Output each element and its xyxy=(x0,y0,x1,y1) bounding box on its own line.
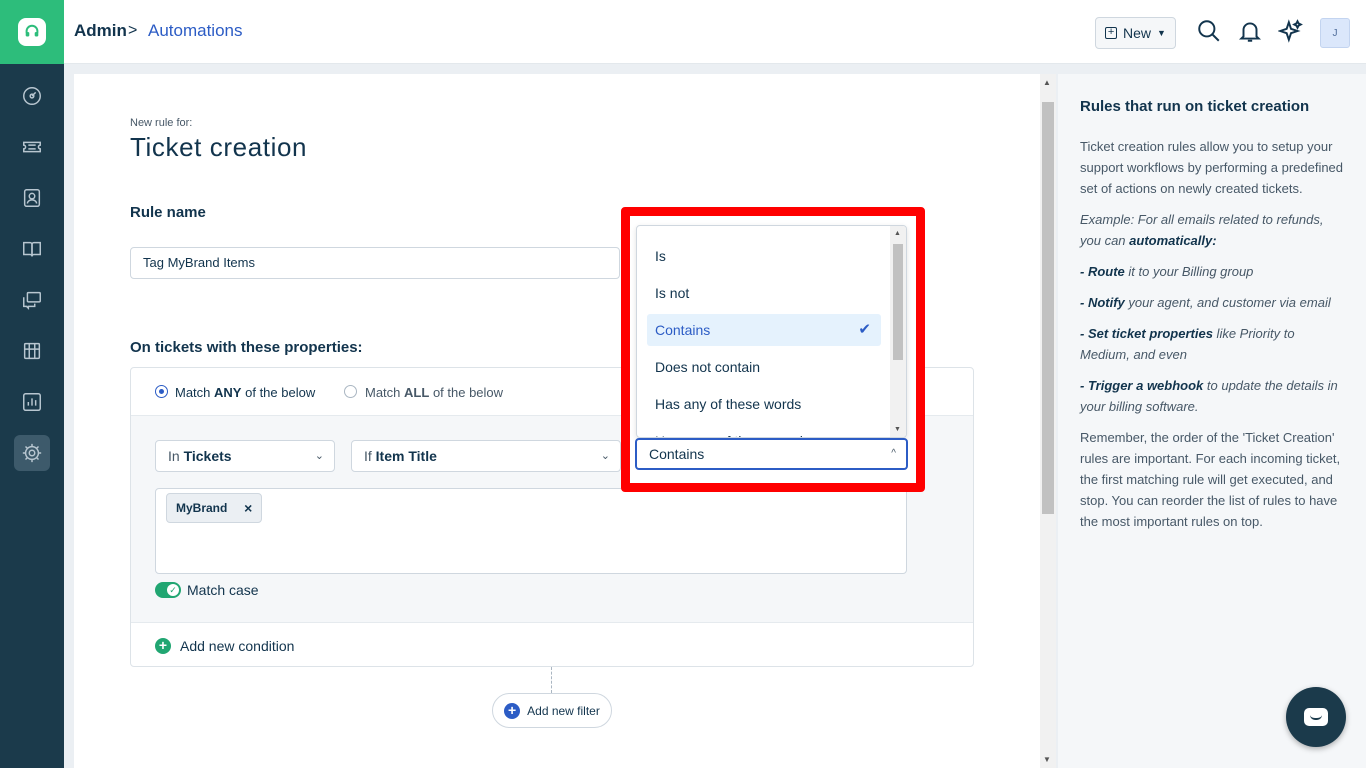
help-bullet-route: - Route it to your Billing group xyxy=(1080,264,1254,279)
new-button[interactable]: + New ▼ xyxy=(1095,17,1176,49)
breadcrumb-admin[interactable]: Admin xyxy=(74,21,127,41)
groups-icon[interactable] xyxy=(14,333,50,369)
add-filter-button[interactable]: + Add new filter xyxy=(492,693,612,728)
rule-name-input[interactable]: Tag MyBrand Items xyxy=(130,247,620,279)
chevron-down-icon: ⌄ xyxy=(600,450,610,462)
solutions-book-icon[interactable] xyxy=(14,231,50,267)
chat-bubble-icon xyxy=(1304,708,1328,726)
tag-remove-icon[interactable]: × xyxy=(244,494,252,522)
match-any-label[interactable]: Match ANY of the below xyxy=(175,385,315,400)
checkmark-icon: ✔ xyxy=(858,321,871,338)
sidebar xyxy=(0,0,64,768)
analytics-icon[interactable] xyxy=(14,384,50,420)
plus-circle-icon: + xyxy=(155,638,171,654)
chevron-down-icon: ▼ xyxy=(1157,28,1166,38)
rule-name-label: Rule name xyxy=(130,204,206,221)
scrollbar-thumb[interactable] xyxy=(1042,102,1054,514)
values-tag-input[interactable]: MyBrand × xyxy=(155,488,907,574)
match-all-label[interactable]: Match ALL of the below xyxy=(365,385,503,400)
help-bullet-notify: - Notify your agent, and customer via em… xyxy=(1080,295,1331,310)
plus-circle-icon: + xyxy=(504,702,521,719)
plus-square-icon: + xyxy=(1105,27,1118,39)
match-case-label: Match case xyxy=(187,582,259,598)
dropdown-scrollbar-thumb[interactable] xyxy=(893,244,903,360)
value-tag: MyBrand × xyxy=(166,493,263,523)
new-rule-for-label: New rule for: xyxy=(130,117,193,129)
dropdown-scrollbar[interactable]: ▲ ▼ xyxy=(890,226,906,437)
help-title: Rules that run on ticket creation xyxy=(1080,98,1310,115)
scroll-up-arrow-icon[interactable]: ▲ xyxy=(1043,78,1051,87)
help-bullet-properties: - Set ticket properties like Priority to… xyxy=(1080,326,1295,362)
scroll-up-arrow-icon[interactable]: ▲ xyxy=(894,230,901,237)
operator-select[interactable]: Contains ^ xyxy=(635,438,908,470)
breadcrumb-automations[interactable]: Automations xyxy=(148,21,243,41)
tickets-icon[interactable] xyxy=(14,129,50,165)
chevron-up-icon: ^ xyxy=(891,448,896,459)
dashboard-icon[interactable] xyxy=(14,78,50,114)
option-is-not[interactable]: Is not xyxy=(647,277,881,309)
conditions-label: On tickets with these properties: xyxy=(130,339,363,356)
option-does-not-contain[interactable]: Does not contain xyxy=(647,351,881,383)
contacts-icon[interactable] xyxy=(14,180,50,216)
page-title: Ticket creation xyxy=(130,132,308,162)
operator-dropdown-menu: Is Is not Contains ✔ Does not contain Ha… xyxy=(636,225,907,438)
help-bullet-webhook: - Trigger a webhook to update the detail… xyxy=(1080,378,1338,414)
help-example: Example: For all emails related to refun… xyxy=(1080,212,1324,248)
search-icon[interactable] xyxy=(1196,18,1224,46)
chat-widget-button[interactable] xyxy=(1286,687,1346,747)
help-intro: Ticket creation rules allow you to setup… xyxy=(1080,139,1344,196)
scroll-down-arrow-icon[interactable]: ▼ xyxy=(1043,755,1051,764)
help-panel: Rules that run on ticket creation Ticket… xyxy=(1058,74,1366,768)
option-contains[interactable]: Contains ✔ xyxy=(647,314,881,346)
connector-line xyxy=(551,667,552,693)
breadcrumb-separator: > xyxy=(128,22,138,39)
add-condition-button[interactable]: + Add new condition xyxy=(155,638,294,654)
scroll-down-arrow-icon[interactable]: ▼ xyxy=(894,426,901,433)
main-scrollbar[interactable]: ▲ ▼ xyxy=(1040,74,1056,768)
ai-sparkle-icon[interactable] xyxy=(1277,18,1306,46)
new-button-label: New xyxy=(1123,25,1152,41)
in-tickets-select[interactable]: In Tickets ⌄ xyxy=(155,440,335,472)
if-field-select[interactable]: If Item Title ⌄ xyxy=(351,440,621,472)
option-is[interactable]: Is xyxy=(647,240,881,272)
help-outro: Remember, the order of the 'Ticket Creat… xyxy=(1080,430,1341,529)
app-logo[interactable] xyxy=(0,0,64,64)
admin-gear-icon[interactable] xyxy=(14,435,50,471)
match-any-radio[interactable] xyxy=(155,385,168,398)
headset-logo-icon xyxy=(18,18,46,46)
option-has-any-of-these-words[interactable]: Has any of these words xyxy=(647,388,881,420)
match-case-toggle[interactable] xyxy=(155,582,181,598)
forums-icon[interactable] xyxy=(14,282,50,318)
option-has-none-of-these-words[interactable]: Has none of these words xyxy=(647,425,881,437)
bell-icon[interactable] xyxy=(1237,18,1265,46)
top-header: Admin > Automations + New ▼ J xyxy=(64,0,1366,64)
avatar[interactable]: J xyxy=(1320,18,1350,48)
match-all-radio[interactable] xyxy=(344,385,357,398)
chevron-down-icon: ⌄ xyxy=(314,450,324,462)
